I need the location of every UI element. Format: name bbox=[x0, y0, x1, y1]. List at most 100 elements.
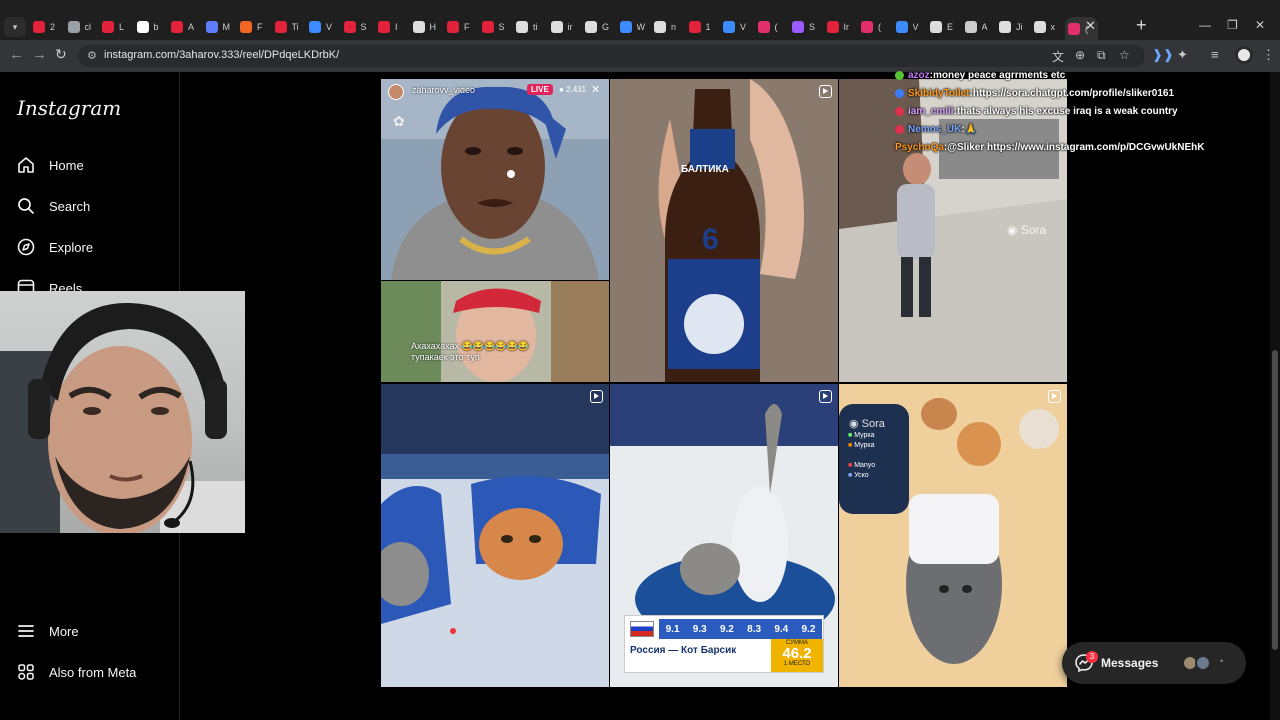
reel-thumbnail bbox=[610, 79, 838, 382]
chat-text: https://sora.chatgpt.com/profile/sliker0… bbox=[972, 87, 1175, 99]
url-text: instagram.com/3aharov.333/reel/DPdqeLKDr… bbox=[104, 49, 340, 61]
total-score: 46.2 bbox=[782, 645, 812, 662]
browser-tab[interactable]: M bbox=[203, 17, 236, 37]
browser-tab[interactable]: L bbox=[99, 17, 132, 37]
browser-tab[interactable]: 1 bbox=[686, 17, 719, 37]
browser-tab[interactable]: S bbox=[479, 17, 512, 37]
browser-tab[interactable]: W bbox=[617, 17, 650, 37]
browser-tab[interactable]: n bbox=[651, 17, 684, 37]
tab-title: V bbox=[326, 22, 333, 32]
nav-also-from-meta-label: Also from Meta bbox=[49, 664, 137, 680]
nav-explore-label: Explore bbox=[49, 239, 94, 255]
webcam-overlay bbox=[0, 291, 245, 533]
close-window-icon[interactable]: ✕ bbox=[1255, 18, 1265, 32]
close-tab-icon[interactable]: ✕ bbox=[1085, 18, 1096, 34]
browser-tab[interactable]: V bbox=[306, 17, 339, 37]
tab-title: I bbox=[395, 22, 398, 32]
close-live-icon[interactable]: ✕ bbox=[591, 83, 600, 96]
bookmark-star-icon[interactable]: ☆ bbox=[1119, 48, 1130, 62]
tab-search-button[interactable]: ▾ bbox=[4, 17, 26, 37]
restore-icon[interactable]: ❐ bbox=[1227, 18, 1238, 32]
tab-favicon-icon bbox=[309, 21, 321, 33]
minimize-icon[interactable]: — bbox=[1199, 18, 1211, 32]
address-bar[interactable]: ⚙ instagram.com/3aharov.333/reel/DPdqeLK… bbox=[78, 45, 1145, 67]
browser-tab[interactable]: V bbox=[720, 17, 753, 37]
browser-tab[interactable]: Ti bbox=[272, 17, 305, 37]
tab-groups-icon[interactable]: ≡ bbox=[1211, 47, 1219, 62]
zoom-icon[interactable]: ⊕ bbox=[1075, 48, 1085, 62]
tab-favicon-icon bbox=[240, 21, 252, 33]
nav-also-from-meta[interactable]: Also from Meta bbox=[16, 659, 136, 685]
extension-icon[interactable]: ❱❱ bbox=[1152, 47, 1174, 63]
browser-tab[interactable]: b bbox=[134, 17, 167, 37]
browser-tab[interactable]: Ir bbox=[824, 17, 857, 37]
site-info-icon[interactable]: ⚙ bbox=[87, 49, 97, 62]
reel-icon bbox=[819, 390, 832, 403]
new-tab-button[interactable]: + bbox=[1136, 15, 1147, 36]
tab-favicon-icon bbox=[757, 21, 770, 33]
browser-tab[interactable]: 2 bbox=[30, 17, 63, 37]
browser-tab[interactable]: ( bbox=[755, 17, 788, 37]
nav-search[interactable]: Search bbox=[16, 193, 90, 219]
tab-favicon-icon bbox=[481, 21, 494, 33]
reel-tile-cats-march[interactable]: ◉ Sora ■ Мурка ■ Мурка ■ Manyo ■ Уско bbox=[839, 384, 1067, 687]
chat-message: SkibidyToilet : https://sora.chatgpt.com… bbox=[895, 84, 1225, 102]
tab-favicon-icon bbox=[999, 21, 1011, 33]
browser-menu-icon[interactable]: ⋮ bbox=[1262, 47, 1275, 63]
browser-tab[interactable]: x bbox=[1031, 17, 1064, 37]
tab-title: ( bbox=[878, 22, 881, 32]
profile-avatar[interactable] bbox=[1235, 46, 1253, 64]
tab-title: Ir bbox=[843, 22, 850, 32]
chat-message: iam_cmiii : thats always his excuse iraq… bbox=[895, 102, 1225, 120]
browser-tab[interactable]: F bbox=[237, 17, 270, 37]
competitor-label: Россия — Кот Барсик bbox=[630, 645, 737, 656]
browser-tab[interactable]: ir bbox=[548, 17, 581, 37]
browser-tab[interactable]: F bbox=[444, 17, 477, 37]
reel-tile-hockey-cat[interactable] bbox=[381, 384, 609, 687]
translate-icon[interactable]: 文 bbox=[1052, 48, 1064, 65]
chat-message: Nemos_UK : 🙏 bbox=[895, 120, 1225, 138]
chat-username: azoz bbox=[908, 69, 930, 81]
compass-icon bbox=[16, 237, 36, 257]
reel-tile-baltika[interactable]: БАЛТИКА 6 bbox=[610, 79, 838, 382]
live-username[interactable]: zaharovv_video bbox=[412, 85, 475, 95]
nav-home[interactable]: Home bbox=[16, 152, 84, 178]
browser-tab[interactable]: cl bbox=[65, 17, 98, 37]
instagram-logo[interactable]: Instagram bbox=[17, 96, 121, 120]
reload-icon[interactable]: ↻ bbox=[55, 46, 67, 63]
chat-username: SkibidyToilet bbox=[908, 87, 970, 99]
browser-tab[interactable]: G bbox=[582, 17, 615, 37]
browser-tab[interactable]: S bbox=[341, 17, 374, 37]
scrollbar-thumb[interactable] bbox=[1272, 350, 1278, 650]
back-icon[interactable]: ← bbox=[9, 46, 24, 63]
tab-title: Ji bbox=[1016, 22, 1023, 32]
browser-tab[interactable]: E bbox=[927, 17, 960, 37]
install-icon[interactable]: ⧉ bbox=[1097, 48, 1106, 63]
chat-badge-icon bbox=[895, 70, 904, 80]
tab-title: L bbox=[119, 22, 125, 32]
reel-tile-live-top[interactable]: zaharovv_video LIVE ● 2,431 ✕ ✿ bbox=[381, 79, 609, 280]
nav-explore[interactable]: Explore bbox=[16, 234, 93, 260]
browser-tab[interactable]: Ji bbox=[996, 17, 1029, 37]
messages-button[interactable]: 3 Messages • bbox=[1062, 642, 1246, 684]
forward-icon[interactable]: → bbox=[32, 46, 47, 63]
browser-tab[interactable]: ti bbox=[513, 17, 546, 37]
settings-gear-icon[interactable]: ✿ bbox=[393, 113, 405, 130]
browser-tab[interactable]: S bbox=[789, 17, 822, 37]
chat-message: azoz : money peace agrrments etc bbox=[895, 66, 1225, 84]
browser-tab[interactable]: A bbox=[962, 17, 995, 37]
tab-title: A bbox=[188, 22, 195, 32]
browser-tab[interactable]: ( bbox=[858, 17, 891, 37]
browser-tab[interactable]: V bbox=[893, 17, 926, 37]
reel-tile-cat-gymnast[interactable]: 9.1 9.3 9.2 8.3 9.4 9.2 Россия — Кот Бар… bbox=[610, 384, 838, 687]
extensions-puzzle-icon[interactable]: ✦ bbox=[1177, 47, 1188, 63]
nav-more[interactable]: More bbox=[16, 618, 79, 644]
search-icon bbox=[16, 196, 36, 216]
streamer-avatar[interactable] bbox=[388, 84, 404, 100]
reel-tile-live-bottom[interactable]: Ахахахахах 😂😂😂😂😂😂 тупакаек это туп bbox=[381, 281, 609, 382]
browser-tab[interactable]: I bbox=[375, 17, 408, 37]
browser-tab[interactable]: A bbox=[168, 17, 201, 37]
browser-tab[interactable]: H bbox=[410, 17, 443, 37]
nav-home-label: Home bbox=[49, 157, 84, 173]
tab-title: b bbox=[153, 22, 159, 32]
